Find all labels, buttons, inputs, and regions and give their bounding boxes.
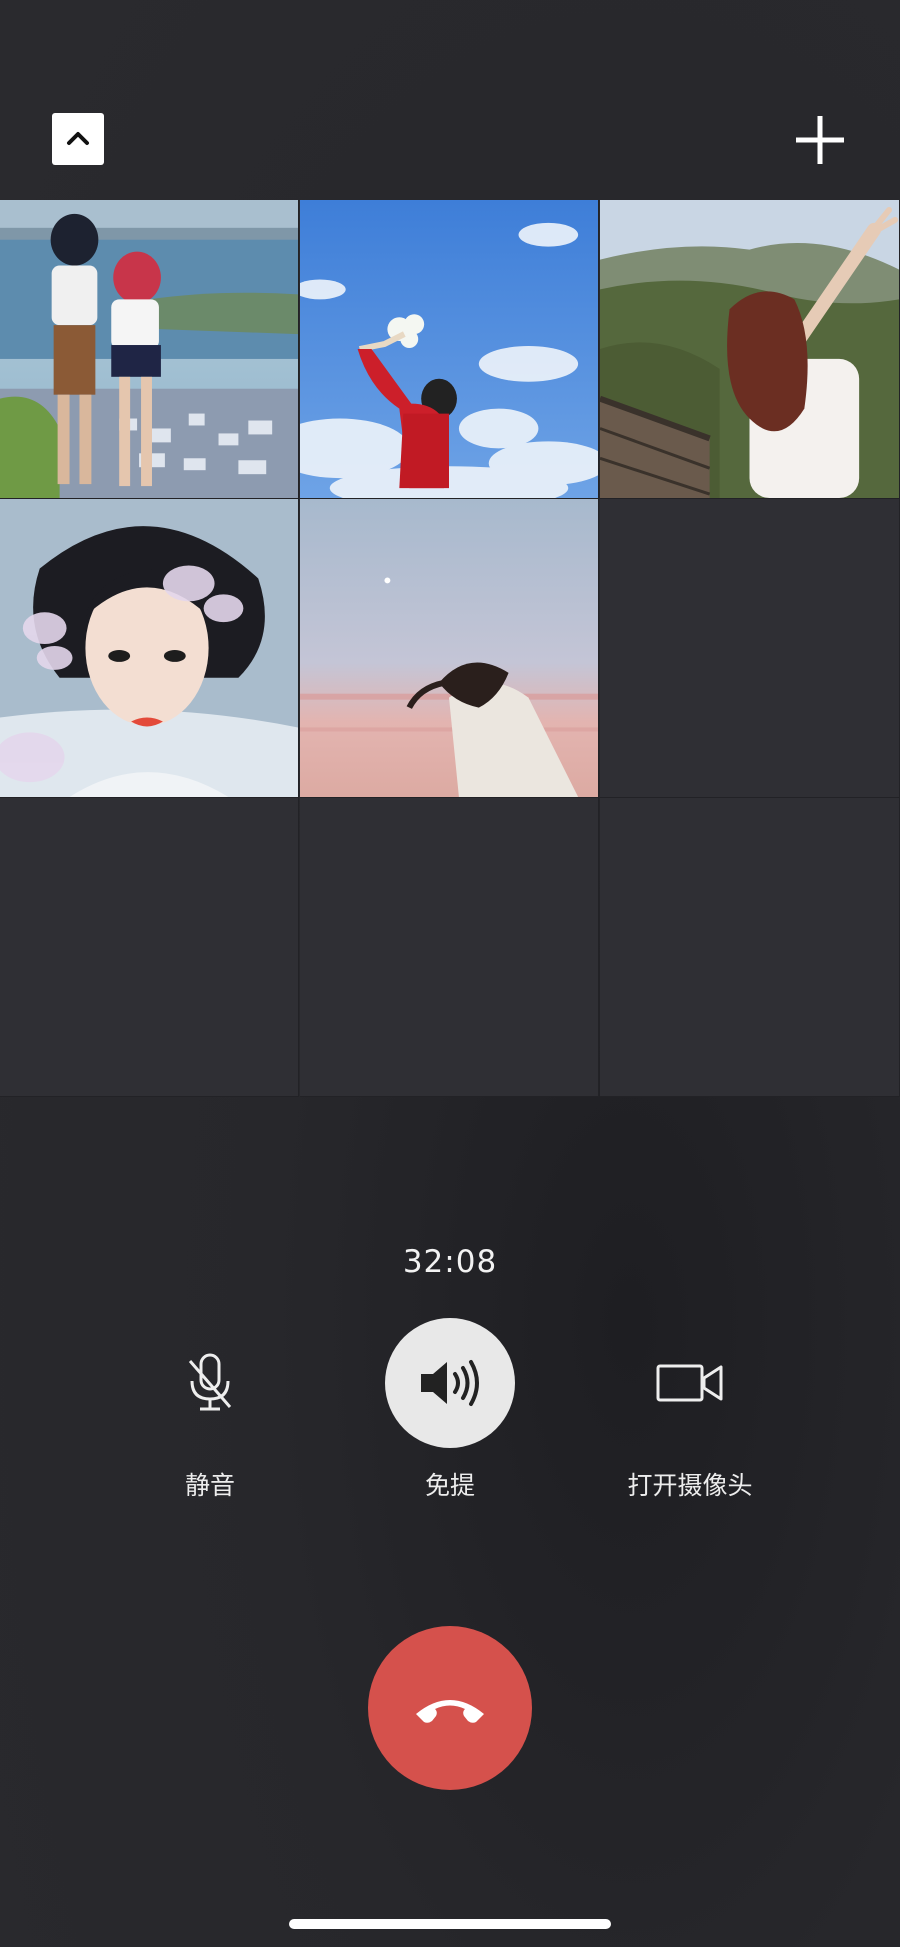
speaker-label: 免提 [424, 1471, 475, 1500]
video-camera-icon [656, 1364, 723, 1402]
participant-avatar [0, 499, 298, 797]
empty-tile [600, 499, 900, 798]
participant-tile-5[interactable] [300, 499, 599, 798]
plus-icon [796, 116, 844, 164]
participant-grid [0, 200, 900, 1097]
add-participant-button[interactable] [792, 112, 848, 168]
home-indicator[interactable] [289, 1919, 611, 1929]
chevron-up-icon [67, 132, 89, 145]
camera-button[interactable]: 打开摄像头 [590, 1318, 790, 1502]
hang-up-button[interactable] [368, 1626, 532, 1790]
participant-tile-4[interactable] [0, 499, 299, 798]
mute-button[interactable]: 静音 [110, 1318, 310, 1502]
speaker-button[interactable]: 免提 [350, 1318, 550, 1502]
mute-label: 静音 [184, 1471, 235, 1500]
camera-label: 打开摄像头 [627, 1471, 753, 1500]
participant-avatar [600, 200, 899, 498]
participant-avatar [300, 499, 598, 797]
participant-tile-3[interactable] [600, 200, 900, 499]
participant-tile-2[interactable] [300, 200, 599, 499]
microphone-muted-icon [188, 1353, 232, 1411]
empty-tile [300, 798, 599, 1097]
empty-tile [0, 798, 299, 1097]
phone-hangup-icon [416, 1700, 484, 1723]
call-duration: 32:08 [402, 1244, 498, 1280]
participant-tile-1[interactable] [0, 200, 299, 499]
empty-tile [600, 798, 900, 1097]
video-call-screen: 32:08 静音 免提 打开摄像头 [0, 0, 900, 1947]
participant-avatar [300, 200, 598, 498]
speaker-toggle-active [385, 1318, 515, 1448]
speaker-icon [421, 1360, 479, 1406]
minimize-call-button[interactable] [52, 113, 104, 165]
participant-avatar [0, 200, 298, 498]
